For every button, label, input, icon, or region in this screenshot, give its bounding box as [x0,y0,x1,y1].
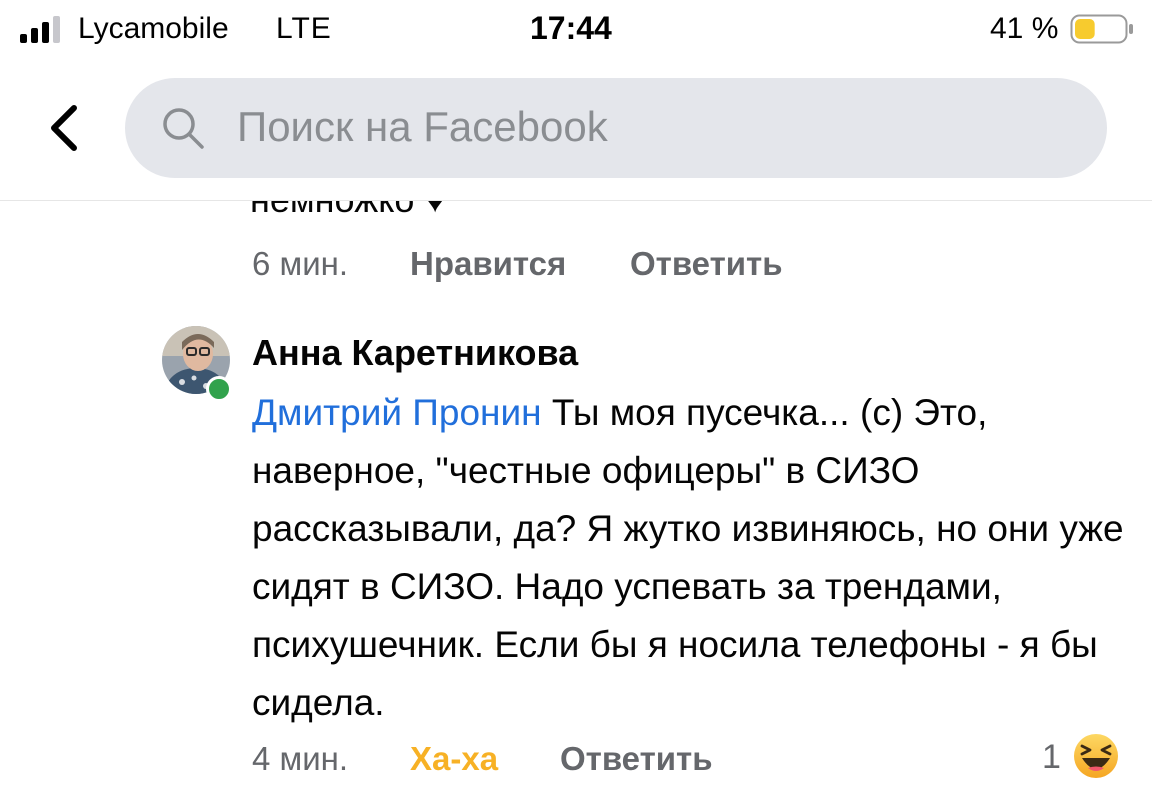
haha-reaction-button[interactable]: Ха-ха [410,740,498,778]
comment-time: 4 мин. [252,740,349,777]
previous-comment-clipped-text: немножко ♥ [250,201,446,213]
search-placeholder: Поиск на Facebook [237,103,608,150]
like-button[interactable]: Нравится [410,245,566,283]
carrier-name: Lycamobile [78,12,229,45]
reaction-count[interactable]: 1 [1042,738,1061,777]
search-icon [163,108,204,149]
haha-emoji-icon[interactable] [1072,732,1120,780]
comment-body: Дмитрий Пронин Ты моя пусечка... (с) Это… [252,384,1132,732]
online-status-dot [206,376,232,402]
previous-comment-time: 6 мин. [252,245,349,282]
comment-author[interactable]: Анна Каретникова [252,332,578,374]
status-bar: Lycamobile LTE 17:44 41 % [0,0,1152,62]
network-type: LTE [276,12,332,45]
mention-link[interactable]: Дмитрий Пронин [252,392,542,433]
signal-strength-icon [20,16,60,43]
previous-comment-text: немножко ♥ [250,201,650,213]
comment-text: Ты моя пусечка... (с) Это, наверное, "че… [252,392,1124,723]
reply-button[interactable]: Ответить [630,245,783,283]
reply-button[interactable]: Ответить [560,740,713,778]
search-input[interactable]: Поиск на Facebook [125,78,1107,178]
clock: 17:44 [530,10,612,46]
back-arrow-icon[interactable] [44,104,84,152]
battery-percentage: 41 % [990,12,1059,45]
battery-icon [1070,14,1133,44]
